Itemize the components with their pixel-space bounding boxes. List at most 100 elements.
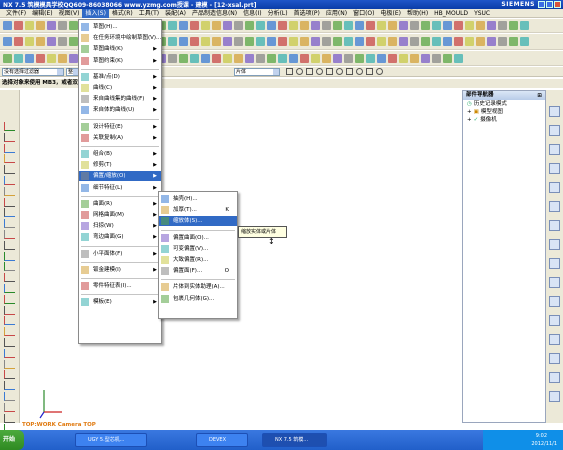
- menu-item[interactable]: 曲线(C) ▶: [79, 83, 161, 93]
- feature-tool-icon[interactable]: [410, 37, 419, 46]
- snap-point-icon[interactable]: [316, 68, 323, 75]
- menu-item[interactable]: 窗口(O): [350, 9, 377, 18]
- feature-tool-icon[interactable]: [454, 37, 463, 46]
- standard-tool-icon[interactable]: [476, 21, 485, 30]
- menu-item[interactable]: 缩放体(S)...: [159, 216, 237, 227]
- view-tool-icon[interactable]: [410, 53, 419, 63]
- menu-item[interactable]: 装配(A): [162, 9, 189, 18]
- sketch-tool-icon[interactable]: [4, 348, 15, 358]
- menu-item[interactable]: 曲面(R) ▶: [79, 199, 161, 209]
- sketch-tool-icon[interactable]: [4, 370, 15, 380]
- feature-tool-icon[interactable]: [487, 37, 496, 46]
- resource-tab-icon[interactable]: [549, 296, 560, 307]
- resource-tab-icon[interactable]: [549, 315, 560, 326]
- sketch-tool-icon[interactable]: [4, 392, 15, 401]
- sketch-tool-icon[interactable]: [4, 251, 15, 261]
- sketch-tool-icon[interactable]: [4, 154, 15, 164]
- sketch-tool-icon[interactable]: [4, 381, 15, 391]
- feature-tool-icon[interactable]: [421, 37, 430, 46]
- menu-item[interactable]: 格式(R): [109, 9, 136, 18]
- menu-item[interactable]: 细节特征(L) ▶: [79, 183, 161, 193]
- feature-tool-icon[interactable]: [476, 37, 485, 46]
- view-tool-icon[interactable]: [432, 53, 441, 63]
- standard-tool-icon[interactable]: [410, 21, 419, 30]
- view-tool-icon[interactable]: [355, 53, 364, 63]
- view-tool-icon[interactable]: [47, 53, 56, 63]
- view-tool-icon[interactable]: [69, 53, 78, 63]
- feature-tool-icon[interactable]: [201, 37, 210, 46]
- sketch-tool-icon[interactable]: [4, 143, 15, 153]
- standard-tool-icon[interactable]: [25, 21, 34, 30]
- menu-item[interactable]: 草图曲线(K) ▶: [79, 44, 161, 54]
- snap-point-icon[interactable]: [366, 68, 373, 75]
- feature-tool-icon[interactable]: [234, 37, 243, 46]
- view-tool-icon[interactable]: [190, 53, 199, 63]
- resource-tab-icon[interactable]: [549, 239, 560, 250]
- view-tool-icon[interactable]: [168, 53, 177, 63]
- feature-tool-icon[interactable]: [223, 37, 232, 46]
- feature-tool-icon[interactable]: [36, 37, 45, 46]
- menu-item[interactable]: 设计特征(E) ▶: [79, 122, 161, 132]
- menu-item[interactable]: 偏置曲面(O)...: [159, 233, 237, 243]
- sketch-tool-icon[interactable]: [4, 413, 15, 423]
- navigator-row[interactable]: + ✓ 摄像机: [463, 116, 545, 124]
- view-tool-icon[interactable]: [289, 53, 298, 63]
- pin-icon[interactable]: ⊞: [537, 92, 542, 101]
- sketch-tool-icon[interactable]: [4, 132, 15, 142]
- standard-tool-icon[interactable]: [256, 21, 265, 30]
- view-tool-icon[interactable]: [234, 53, 243, 63]
- feature-tool-icon[interactable]: [69, 37, 78, 46]
- feature-tool-icon[interactable]: [399, 37, 408, 46]
- feature-tool-icon[interactable]: [465, 37, 474, 46]
- standard-tool-icon[interactable]: [289, 21, 298, 30]
- menu-item[interactable]: HB_MOULD: [431, 9, 471, 18]
- feature-tool-icon[interactable]: [377, 37, 386, 46]
- view-tool-icon[interactable]: [443, 53, 452, 63]
- menu-item[interactable]: 抽壳(H)...: [159, 194, 237, 204]
- view-tool-icon[interactable]: [14, 53, 23, 63]
- sketch-tool-icon[interactable]: [4, 284, 15, 293]
- standard-tool-icon[interactable]: [69, 21, 78, 30]
- snap-point-icon[interactable]: [286, 68, 293, 75]
- standard-tool-icon[interactable]: [509, 21, 518, 30]
- snap-point-icon[interactable]: [336, 68, 343, 75]
- snap-point-icon[interactable]: [306, 68, 313, 75]
- feature-tool-icon[interactable]: [212, 37, 221, 46]
- view-tool-icon[interactable]: [278, 53, 287, 63]
- view-tool-icon[interactable]: [212, 53, 221, 63]
- menu-item[interactable]: 插入(S): [82, 8, 109, 18]
- taskbar-item[interactable]: DEVEX: [196, 433, 248, 447]
- maximize-button[interactable]: [546, 1, 553, 8]
- feature-tool-icon[interactable]: [333, 37, 342, 46]
- taskbar-item[interactable]: UGY 5.型芯机...: [75, 433, 147, 447]
- feature-tool-icon[interactable]: [168, 37, 177, 46]
- standard-tool-icon[interactable]: [366, 21, 375, 30]
- standard-tool-icon[interactable]: [388, 21, 397, 30]
- resource-tab-icon[interactable]: [549, 182, 560, 193]
- view-tool-icon[interactable]: [399, 53, 408, 63]
- feature-tool-icon[interactable]: [278, 37, 287, 46]
- standard-tool-icon[interactable]: [399, 21, 408, 30]
- feature-tool-icon[interactable]: [256, 37, 265, 46]
- view-tool-icon[interactable]: [344, 53, 353, 63]
- sketch-tool-icon[interactable]: [4, 208, 15, 218]
- sketch-tool-icon[interactable]: [4, 402, 15, 412]
- standard-tool-icon[interactable]: [278, 21, 287, 30]
- menu-item[interactable]: 电极(E): [377, 9, 403, 18]
- feature-tool-icon[interactable]: [179, 37, 188, 46]
- view-tool-icon[interactable]: [58, 53, 67, 63]
- sketch-tool-icon[interactable]: [4, 316, 15, 326]
- standard-tool-icon[interactable]: [58, 21, 67, 30]
- resource-tab-icon[interactable]: [549, 163, 560, 174]
- view-tool-icon[interactable]: [25, 53, 34, 63]
- standard-tool-icon[interactable]: [47, 21, 56, 30]
- view-tool-icon[interactable]: [421, 53, 430, 63]
- standard-tool-icon[interactable]: [355, 21, 364, 30]
- menu-item[interactable]: 来自曲线集的曲线(F) ▶: [79, 94, 161, 104]
- feature-tool-icon[interactable]: [289, 37, 298, 46]
- feature-tool-icon[interactable]: [509, 37, 518, 46]
- menu-item[interactable]: 加厚(T)... K: [159, 205, 237, 215]
- standard-tool-icon[interactable]: [300, 21, 309, 30]
- standard-tool-icon[interactable]: [36, 21, 45, 30]
- standard-tool-icon[interactable]: [267, 21, 276, 30]
